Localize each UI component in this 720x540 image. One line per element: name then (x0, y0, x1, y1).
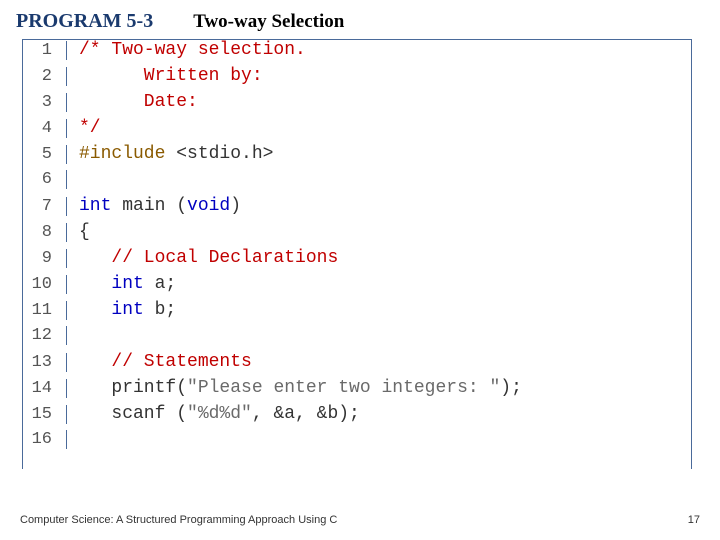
code-content: int b; (67, 300, 176, 320)
code-line: 3 Date: (23, 92, 691, 118)
code-line: 7int main (void) (23, 196, 691, 222)
code-listing: 1/* Two-way selection.2 Written by:3 Dat… (22, 39, 692, 469)
footer-page-number: 17 (688, 514, 700, 526)
code-line: 15 scanf ("%d%d", &a, &b); (23, 404, 691, 430)
program-label: PROGRAM 5-3 (16, 10, 153, 33)
line-number: 12 (23, 326, 67, 345)
code-content: /* Two-way selection. (67, 40, 306, 60)
line-number: 5 (23, 145, 67, 164)
line-number: 13 (23, 353, 67, 372)
code-content: { (67, 222, 90, 242)
line-number: 3 (23, 93, 67, 112)
code-content: Written by: (67, 66, 263, 86)
code-line: 1/* Two-way selection. (23, 40, 691, 66)
footer-book-title: Computer Science: A Structured Programmi… (20, 514, 337, 526)
line-number: 8 (23, 223, 67, 242)
code-line: 16 (23, 430, 691, 456)
code-content: int main (void) (67, 196, 241, 216)
line-number: 2 (23, 67, 67, 86)
line-number: 16 (23, 430, 67, 449)
slide-footer: Computer Science: A Structured Programmi… (20, 514, 700, 526)
code-line: 10 int a; (23, 274, 691, 300)
code-line: 9 // Local Declarations (23, 248, 691, 274)
code-content: printf("Please enter two integers: "); (67, 378, 522, 398)
line-number: 1 (23, 41, 67, 60)
code-line: 8{ (23, 222, 691, 248)
code-line: 13 // Statements (23, 352, 691, 378)
code-line: 12 (23, 326, 691, 352)
line-number: 11 (23, 301, 67, 320)
code-line: 6 (23, 170, 691, 196)
code-content: // Statements (67, 352, 252, 372)
code-line: 5#include <stdio.h> (23, 144, 691, 170)
code-line: 11 int b; (23, 300, 691, 326)
code-content: scanf ("%d%d", &a, &b); (67, 404, 360, 424)
line-number: 10 (23, 275, 67, 294)
code-content: */ (67, 118, 101, 138)
code-line: 14 printf("Please enter two integers: ")… (23, 378, 691, 404)
line-number: 9 (23, 249, 67, 268)
code-line: 2 Written by: (23, 66, 691, 92)
code-content: // Local Declarations (67, 248, 338, 268)
line-number: 15 (23, 405, 67, 424)
line-number: 6 (23, 170, 67, 189)
line-number: 14 (23, 379, 67, 398)
line-number: 4 (23, 119, 67, 138)
program-title: Two-way Selection (193, 11, 344, 33)
slide-header: PROGRAM 5-3 Two-way Selection (0, 0, 720, 39)
code-line: 4*/ (23, 118, 691, 144)
code-content: int a; (67, 274, 176, 294)
code-content: Date: (67, 92, 198, 112)
line-number: 7 (23, 197, 67, 216)
code-content: #include <stdio.h> (67, 144, 273, 164)
